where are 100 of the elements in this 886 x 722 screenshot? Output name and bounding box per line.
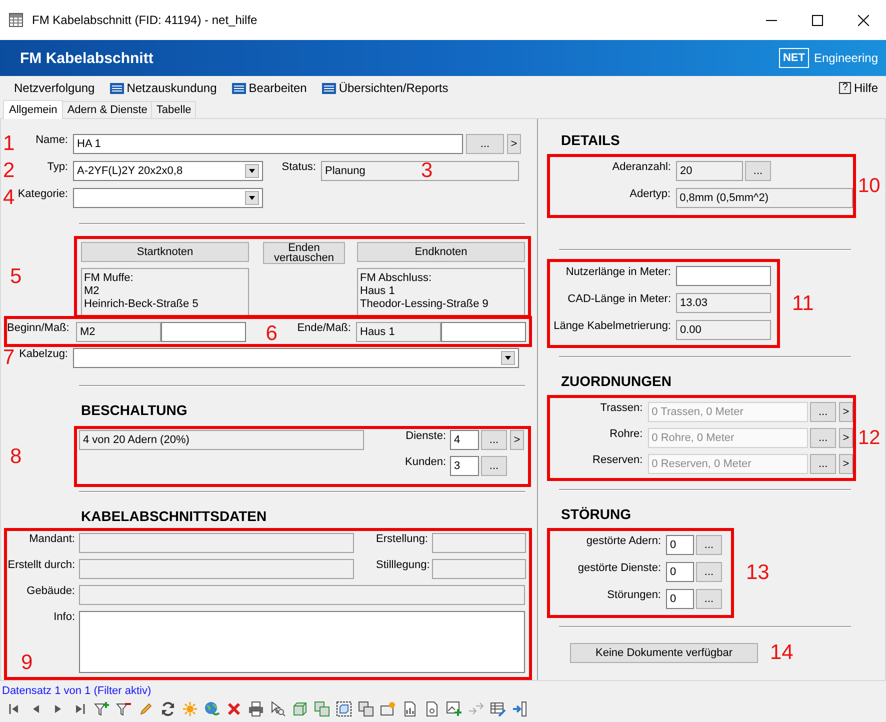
field-label: Stilllegung:: [376, 559, 428, 572]
annotation-number: 10: [858, 176, 880, 196]
field-label: Dienste:: [404, 430, 446, 443]
cursor-search-icon[interactable]: [270, 701, 286, 717]
menu-item[interactable]: Netzauskundung: [110, 80, 217, 96]
menu-item[interactable]: Netzverfolgung: [14, 80, 95, 96]
section-heading: DETAILS: [561, 131, 621, 149]
ellipsis-button[interactable]: ...: [696, 562, 722, 582]
end-node-button[interactable]: Endknoten: [357, 242, 525, 262]
printer-icon[interactable]: [248, 701, 264, 717]
input-field[interactable]: [441, 322, 526, 342]
dashed-cube-icon[interactable]: [336, 701, 352, 717]
tab[interactable]: Tabelle: [151, 101, 196, 118]
ellipsis-button[interactable]: ...: [481, 430, 507, 450]
annotation-number: 11: [792, 294, 814, 314]
annotation-number: 4: [3, 188, 15, 208]
field-label: gestörte Adern:: [585, 535, 661, 548]
field-label: Adertyp:: [628, 188, 671, 201]
field-label: Länge Kabelmetrierung:: [553, 320, 671, 333]
ellipsis-button[interactable]: ...: [481, 456, 507, 476]
input-field[interactable]: 0: [666, 562, 694, 582]
input-field[interactable]: [676, 266, 771, 286]
document-icon[interactable]: [424, 701, 440, 717]
input-field[interactable]: 0: [666, 589, 694, 609]
field-label: CAD-Länge in Meter:: [566, 293, 671, 306]
annotation-number: 12: [858, 428, 880, 448]
dropdown[interactable]: [73, 348, 519, 368]
maximize-icon[interactable]: [812, 14, 823, 26]
field-label: Name:: [36, 134, 68, 147]
menu-item[interactable]: Bearbeiten: [232, 80, 307, 96]
annotation-number: 1: [3, 134, 15, 154]
section-heading: KABELABSCHNITTSDATEN: [81, 507, 268, 525]
readonly-field: 0.00: [676, 320, 771, 340]
pencil-icon[interactable]: [138, 701, 154, 717]
next-button[interactable]: >: [507, 134, 521, 154]
readonly-field: 4 von 20 Adern (20%): [79, 430, 364, 450]
field-label: Beginn/Maß:: [7, 322, 70, 335]
annotation-number: 5: [10, 267, 22, 287]
logo-mark: NET: [778, 48, 809, 68]
input-field[interactable]: [79, 611, 525, 673]
field-label: Erstellt durch:: [8, 559, 75, 572]
cubes-icon[interactable]: [314, 701, 330, 717]
ellipsis-button[interactable]: ...: [696, 535, 722, 555]
section-heading: STÖRUNG: [561, 505, 632, 523]
annotation-number: 8: [10, 446, 22, 466]
readonly-field: 13.03: [676, 293, 771, 313]
status-text: Datensatz 1 von 1 (Filter aktiv): [2, 685, 152, 699]
ellipsis-button[interactable]: ...: [696, 589, 722, 609]
annotation-number: 3: [421, 161, 433, 181]
cube-icon[interactable]: [292, 701, 308, 717]
input-field[interactable]: 4: [450, 430, 479, 450]
filter-remove-icon[interactable]: [116, 701, 132, 717]
help-menu[interactable]: ? Hilfe: [839, 80, 878, 96]
ellipsis-button[interactable]: ...: [466, 134, 504, 154]
exit-icon[interactable]: [512, 701, 528, 717]
input-field[interactable]: HA 1: [73, 134, 463, 154]
swap-ends-button[interactable]: Enden vertauschen: [263, 242, 345, 264]
annotation-number: 7: [3, 348, 15, 368]
filter-add-icon[interactable]: [94, 701, 110, 717]
brand-text: Engineering: [814, 51, 878, 65]
field-label: Info:: [54, 611, 75, 624]
ellipsis-button[interactable]: ...: [745, 161, 771, 181]
dropdown[interactable]: A-2YF(L)2Y 20x2x0,8: [73, 161, 263, 181]
dropdown[interactable]: [73, 188, 263, 208]
documents-button[interactable]: Keine Dokumente verfügbar: [570, 643, 758, 663]
annotation-number: 14: [770, 643, 794, 663]
field-label: Ende/Maß:: [297, 322, 351, 335]
delete-icon[interactable]: [226, 701, 242, 717]
close-icon[interactable]: [858, 14, 869, 26]
menu-item[interactable]: Übersichten/Reports: [322, 80, 448, 96]
window-title: FM Kabelabschnitt (FID: 41194) - net_hilfe: [32, 13, 258, 27]
table-edit-icon[interactable]: [490, 701, 506, 717]
readonly-field: 0,8mm (0,5mm^2): [676, 188, 853, 208]
field-label: Störungen:: [606, 589, 661, 602]
tab[interactable]: Allgemein: [3, 100, 64, 119]
section-heading: BESCHALTUNG: [81, 401, 188, 419]
field-label: Typ:: [47, 161, 68, 174]
field-label: gestörte Dienste:: [576, 562, 661, 575]
copy-icon[interactable]: [358, 701, 374, 717]
report-icon[interactable]: [402, 701, 418, 717]
next-button[interactable]: >: [510, 430, 524, 450]
section-heading: ZUORDNUNGEN: [561, 372, 672, 390]
input-field[interactable]: 0: [666, 535, 694, 555]
refresh-icon[interactable]: [160, 701, 176, 717]
start-node-button[interactable]: Startknoten: [81, 242, 249, 262]
input-field[interactable]: [161, 322, 246, 342]
help-icon: ?: [839, 82, 851, 94]
field-label: Kunden:: [404, 456, 446, 469]
field-label: Reserven:: [592, 454, 643, 467]
card-star-icon[interactable]: [380, 701, 396, 717]
header-title: FM Kabelabschnitt: [20, 50, 154, 66]
field-label: Mandant:: [29, 533, 75, 546]
field-label: Nutzerlänge in Meter:: [564, 266, 671, 279]
input-field[interactable]: 3: [450, 456, 479, 476]
globe-icon[interactable]: [204, 701, 220, 717]
image-add-icon[interactable]: [446, 701, 462, 717]
field-label: Aderanzahl:: [611, 161, 671, 174]
annotation-number: 6: [266, 324, 278, 344]
annotation-number: 2: [3, 161, 15, 181]
field-label: Trassen:: [599, 402, 643, 415]
